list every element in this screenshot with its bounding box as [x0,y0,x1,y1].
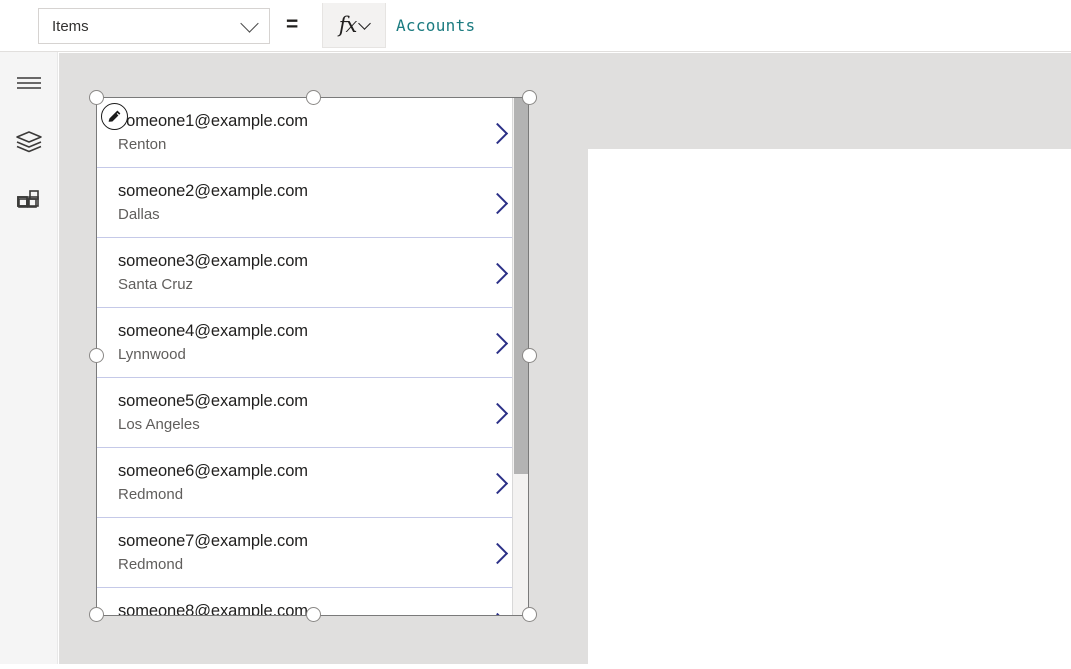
gallery-row-subtitle: Renton [118,134,512,156]
gallery-control[interactable]: someone1@example.comRentonsomeone2@examp… [96,97,529,616]
gallery-row-subtitle: Redmond [118,554,512,576]
chevron-down-icon [240,14,258,32]
gallery-row-subtitle: Santa Cruz [118,274,512,296]
property-dropdown[interactable]: Items [38,8,270,44]
gallery-row-subtitle: Redmond [118,484,512,506]
tree-view-icon[interactable] [13,126,45,158]
chevron-right-icon[interactable] [490,402,504,424]
resize-handle-bottom-right[interactable] [522,607,537,622]
gallery-row[interactable]: someone6@example.comRedmond [97,448,512,518]
chevron-right-icon[interactable] [490,192,504,214]
resize-handle-top-right[interactable] [522,90,537,105]
app-canvas[interactable] [588,149,1071,669]
chevron-right-icon[interactable] [490,542,504,564]
gallery-row[interactable]: someone4@example.comLynnwood [97,308,512,378]
gallery-row-title: someone6@example.com [118,460,512,483]
menu-icon[interactable] [13,67,45,99]
chevron-right-icon[interactable] [490,332,504,354]
property-dropdown-value: Items [52,19,243,34]
left-rail [0,52,58,664]
formula-bar: Items = fx Accounts [0,0,1071,52]
resize-handle-middle-left[interactable] [89,348,104,363]
gallery-scrollbar-thumb[interactable] [514,98,528,474]
gallery-row[interactable]: someone7@example.comRedmond [97,518,512,588]
gallery-row[interactable]: someone1@example.comRenton [97,98,512,168]
gallery-row-title: someone2@example.com [118,180,512,203]
resize-handle-top-left[interactable] [89,90,104,105]
gallery-row-title: someone3@example.com [118,250,512,273]
chevron-right-icon[interactable] [490,472,504,494]
resize-handle-bottom-left[interactable] [89,607,104,622]
chevron-right-icon[interactable] [490,262,504,284]
resize-handle-top-center[interactable] [306,90,321,105]
fx-button[interactable]: fx [322,3,386,48]
gallery-row-subtitle: Dallas [118,204,512,226]
gallery-rows: someone1@example.comRentonsomeone2@examp… [97,98,529,616]
gallery-row-title: someone7@example.com [118,530,512,553]
gallery-row[interactable]: someone8@example.comRedmond [97,588,512,616]
chevron-down-icon [358,17,371,30]
gallery-row-title: someone1@example.com [118,110,512,133]
formula-input-value: Accounts [396,16,475,35]
gallery-row[interactable]: someone3@example.comSanta Cruz [97,238,512,308]
gallery-row-title: someone5@example.com [118,390,512,413]
edit-pencil-icon[interactable] [101,103,128,130]
resize-handle-middle-right[interactable] [522,348,537,363]
insert-icon[interactable] [13,186,45,218]
gallery-row-subtitle: Lynnwood [118,344,512,366]
formula-input[interactable]: Accounts [387,3,1071,48]
fx-icon: fx [339,13,357,37]
chevron-right-icon[interactable] [490,612,504,617]
gallery-row[interactable]: someone5@example.comLos Angeles [97,378,512,448]
gallery-row-title: someone4@example.com [118,320,512,343]
gallery-row-subtitle: Los Angeles [118,414,512,436]
gallery-row[interactable]: someone2@example.comDallas [97,168,512,238]
chevron-right-icon[interactable] [490,122,504,144]
equals-sign: = [286,14,298,36]
resize-handle-bottom-center[interactable] [306,607,321,622]
